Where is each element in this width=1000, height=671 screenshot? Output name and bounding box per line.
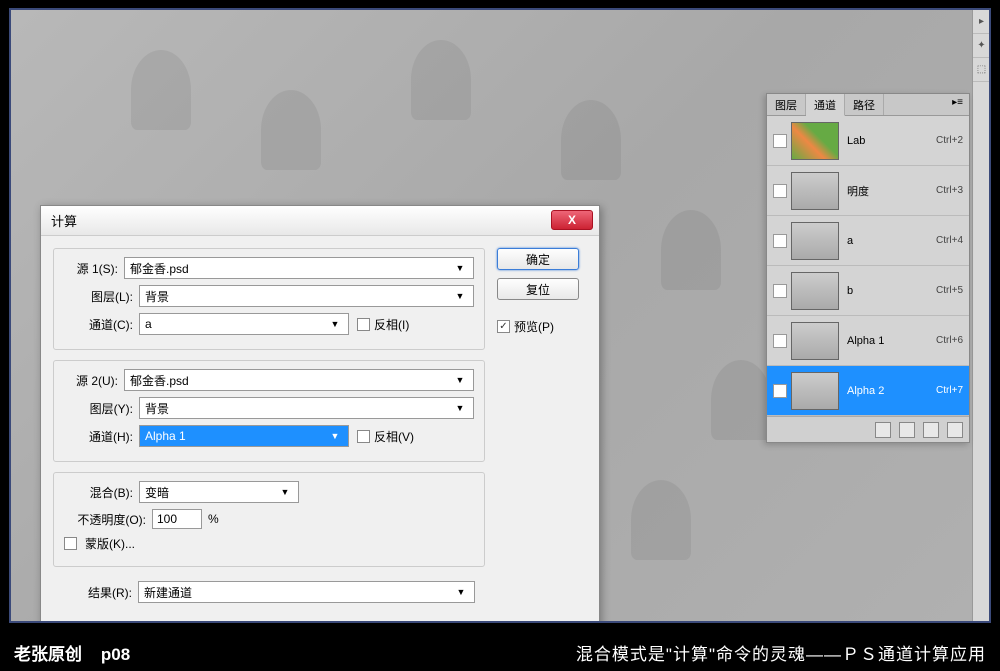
channel-row[interactable]: Alpha 1Ctrl+6 xyxy=(767,316,969,366)
source1-group: 源 1(S): 郁金香.psd▼ 图层(L): 背景▼ 通道(C): xyxy=(53,248,485,350)
chevron-down-icon: ▼ xyxy=(452,403,468,413)
tool-icon[interactable]: ✦ xyxy=(973,34,990,58)
chevron-down-icon: ▼ xyxy=(327,319,343,329)
channel-thumbnail xyxy=(791,222,839,260)
dialog-title: 计算 xyxy=(51,211,77,230)
source1-invert-label: 反相(I) xyxy=(374,316,409,333)
source2-invert-label: 反相(V) xyxy=(374,428,414,445)
reset-button[interactable]: 复位 xyxy=(497,278,579,300)
source2-file-combo[interactable]: 郁金香.psd▼ xyxy=(124,369,474,391)
footer-page: p08 xyxy=(101,645,130,664)
channel-thumbnail xyxy=(791,322,839,360)
channel-row[interactable]: aCtrl+4 xyxy=(767,216,969,266)
channel-name: Lab xyxy=(847,135,936,147)
load-selection-icon[interactable] xyxy=(875,422,891,438)
source2-channel-label: 通道(H): xyxy=(64,428,139,445)
visibility-icon[interactable] xyxy=(773,234,787,248)
channel-thumbnail xyxy=(791,122,839,160)
result-combo[interactable]: 新建通道▼ xyxy=(138,581,475,603)
visibility-icon[interactable] xyxy=(773,334,787,348)
channel-row[interactable]: bCtrl+5 xyxy=(767,266,969,316)
chevron-down-icon: ▼ xyxy=(452,375,468,385)
tool-icon[interactable]: ⬚ xyxy=(973,58,990,82)
channel-row[interactable]: LabCtrl+2 xyxy=(767,116,969,166)
percent-label: % xyxy=(208,512,219,526)
channel-row[interactable]: 👁 Alpha 2Ctrl+7 xyxy=(767,366,969,416)
tab-channels[interactable]: 通道 xyxy=(806,94,845,116)
chevron-down-icon: ▼ xyxy=(452,291,468,301)
right-toolstrip: ▸ ✦ ⬚ xyxy=(972,10,989,623)
channel-shortcut: Ctrl+6 xyxy=(936,335,963,346)
mask-checkbox[interactable] xyxy=(64,537,77,550)
channel-thumbnail xyxy=(791,172,839,210)
channel-shortcut: Ctrl+3 xyxy=(936,185,963,196)
chevron-down-icon: ▼ xyxy=(453,587,469,597)
source2-label: 源 2(U): xyxy=(64,372,124,389)
channel-name: Alpha 1 xyxy=(847,335,936,347)
close-button[interactable]: X xyxy=(551,210,593,230)
tab-paths[interactable]: 路径 xyxy=(845,94,884,115)
opacity-input[interactable] xyxy=(152,509,202,529)
result-row: 结果(R): 新建通道▼ xyxy=(53,577,485,607)
opacity-label: 不透明度(O): xyxy=(64,511,152,528)
visibility-icon[interactable] xyxy=(773,184,787,198)
source2-layer-combo[interactable]: 背景▼ xyxy=(139,397,474,419)
channel-name: a xyxy=(847,235,936,247)
canvas-frame: ▸ ✦ ⬚ 计算 X 源 1(S): 郁金香.psd▼ 图层(L xyxy=(9,8,991,623)
source1-label: 源 1(S): xyxy=(64,260,124,277)
chevron-down-icon: ▼ xyxy=(327,431,343,441)
source2-layer-label: 图层(Y): xyxy=(64,400,139,417)
channel-name: 明度 xyxy=(847,183,936,199)
page-footer: 老张原创 p08 混合模式是"计算"命令的灵魂——ＰＳ通道计算应用 xyxy=(0,633,1000,671)
preview-checkbox[interactable] xyxy=(497,320,510,333)
channel-name: Alpha 2 xyxy=(847,385,936,397)
delete-channel-icon[interactable] xyxy=(947,422,963,438)
calculations-dialog: 计算 X 源 1(S): 郁金香.psd▼ 图层(L): 背景▼ xyxy=(40,205,600,623)
new-channel-icon[interactable] xyxy=(923,422,939,438)
blend-mode-combo[interactable]: 变暗▼ xyxy=(139,481,299,503)
visibility-icon[interactable]: 👁 xyxy=(773,384,787,398)
panel-menu-icon[interactable]: ▸≡ xyxy=(946,94,969,115)
source1-file-combo[interactable]: 郁金香.psd▼ xyxy=(124,257,474,279)
chevron-down-icon: ▼ xyxy=(277,487,293,497)
dialog-titlebar[interactable]: 计算 X xyxy=(41,206,599,236)
footer-caption: 混合模式是"计算"命令的灵魂——ＰＳ通道计算应用 xyxy=(576,640,986,665)
source2-invert-checkbox[interactable] xyxy=(357,430,370,443)
result-label: 结果(R): xyxy=(63,584,138,601)
blend-group: 混合(B): 变暗▼ 不透明度(O): % 蒙版(K)... xyxy=(53,472,485,567)
channel-list: LabCtrl+2明度Ctrl+3aCtrl+4bCtrl+5Alpha 1Ct… xyxy=(767,116,969,416)
source1-channel-label: 通道(C): xyxy=(64,316,139,333)
save-selection-icon[interactable] xyxy=(899,422,915,438)
channel-thumbnail xyxy=(791,272,839,310)
tab-layers[interactable]: 图层 xyxy=(767,94,806,115)
channel-name: b xyxy=(847,285,936,297)
source1-channel-combo[interactable]: a▼ xyxy=(139,313,349,335)
channel-shortcut: Ctrl+5 xyxy=(936,285,963,296)
channel-shortcut: Ctrl+7 xyxy=(936,385,963,396)
channels-panel: 图层 通道 路径 ▸≡ LabCtrl+2明度Ctrl+3aCtrl+4bCtr… xyxy=(766,93,970,443)
channel-thumbnail xyxy=(791,372,839,410)
blend-label: 混合(B): xyxy=(64,484,139,501)
visibility-icon[interactable] xyxy=(773,134,787,148)
source1-layer-label: 图层(L): xyxy=(64,288,139,305)
source2-channel-combo[interactable]: Alpha 1▼ xyxy=(139,425,349,447)
chevron-down-icon: ▼ xyxy=(452,263,468,273)
visibility-icon[interactable] xyxy=(773,284,787,298)
tool-icon[interactable]: ▸ xyxy=(973,10,990,34)
source2-group: 源 2(U): 郁金香.psd▼ 图层(Y): 背景▼ 通道(H): xyxy=(53,360,485,462)
ok-button[interactable]: 确定 xyxy=(497,248,579,270)
source1-layer-combo[interactable]: 背景▼ xyxy=(139,285,474,307)
footer-author: 老张原创 xyxy=(14,645,82,664)
mask-label: 蒙版(K)... xyxy=(85,535,135,552)
channel-shortcut: Ctrl+2 xyxy=(936,135,963,146)
channel-shortcut: Ctrl+4 xyxy=(936,235,963,246)
source1-invert-checkbox[interactable] xyxy=(357,318,370,331)
channel-row[interactable]: 明度Ctrl+3 xyxy=(767,166,969,216)
preview-label: 预览(P) xyxy=(514,318,554,335)
